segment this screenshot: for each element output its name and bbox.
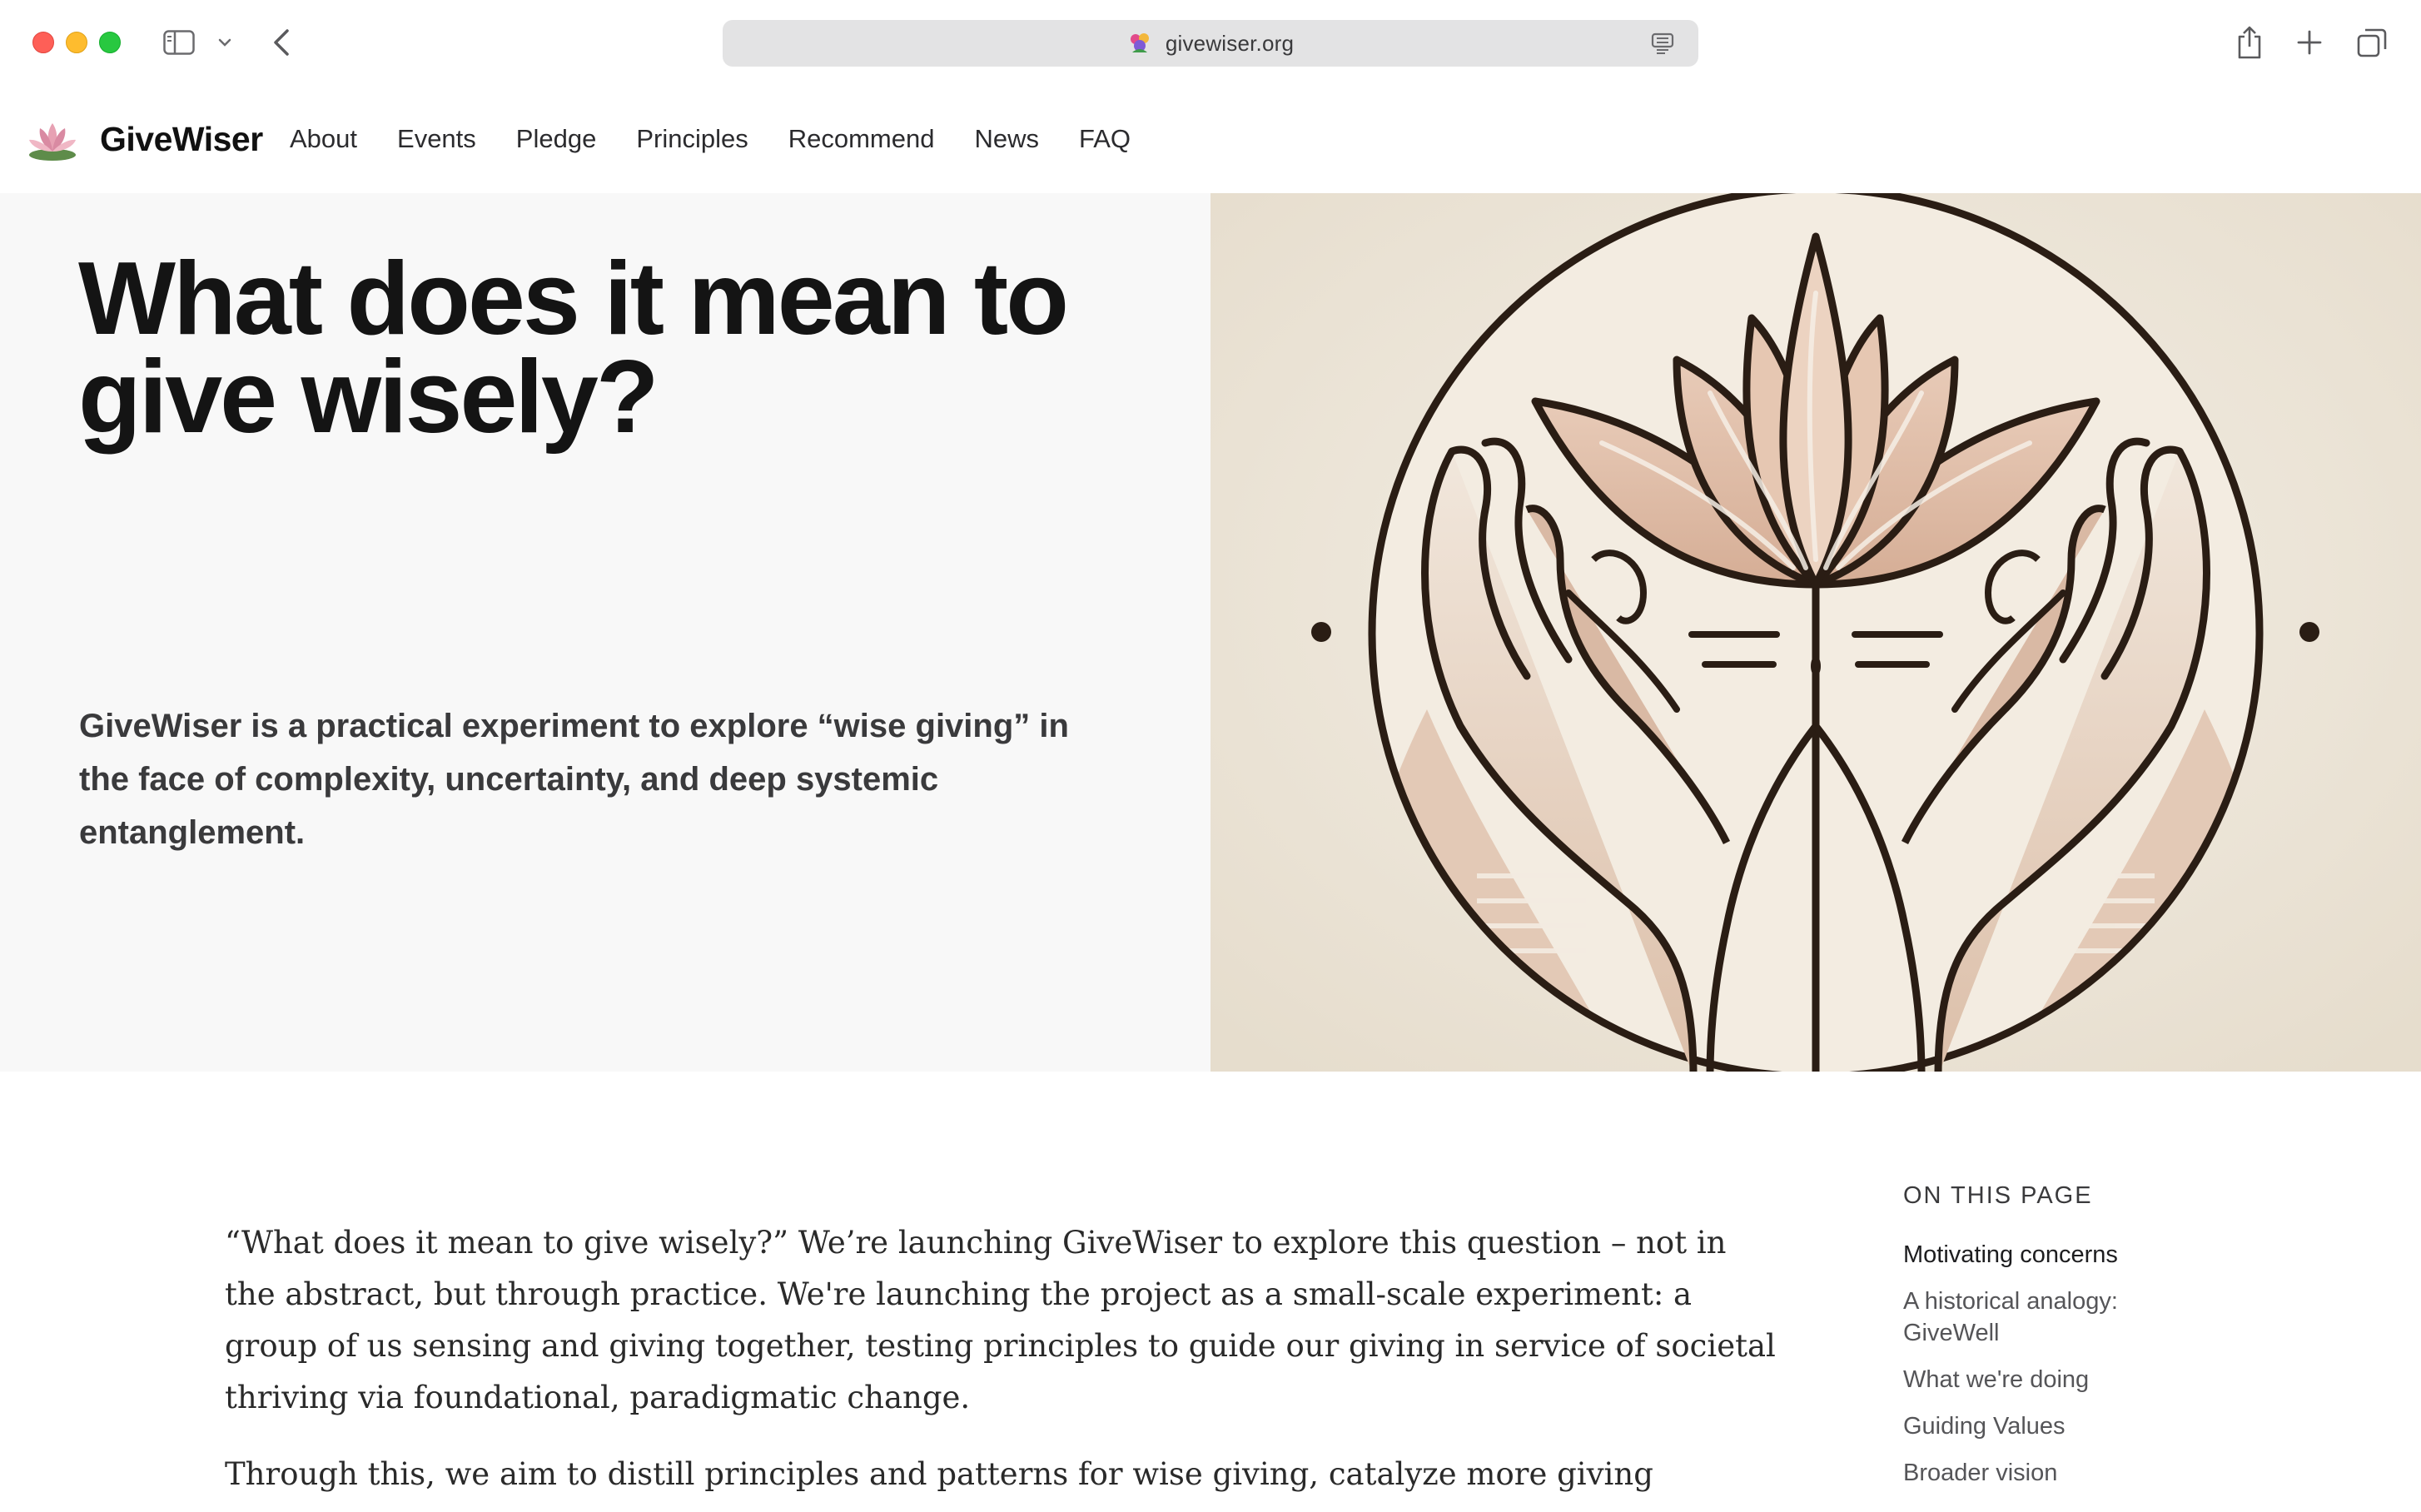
site-navigation: About Events Pledge Principles Recommend… [290,122,1171,157]
article-paragraph: “What does it mean to give wisely?” We’r… [225,1225,1776,1415]
tab-overview-icon[interactable] [2354,22,2391,63]
nav-link-faq[interactable]: FAQ [1079,122,1131,157]
toc-heading: ON THIS PAGE [1903,1182,2093,1209]
close-window-button[interactable] [32,32,54,53]
hero-title: What does it mean to give wisely? [78,241,1069,455]
site-brand[interactable]: GiveWiser [100,118,263,160]
table-of-contents: ON THIS PAGE Motivating concerns A histo… [1903,1181,2203,1504]
zoom-window-button[interactable] [99,32,121,53]
toc-link-motivating-concerns[interactable]: Motivating concerns [1903,1239,2203,1271]
minimize-window-button[interactable] [66,32,87,53]
toc-link-broader-vision[interactable]: Broader vision [1903,1457,2203,1489]
hands-lotus-illustration [1210,193,2421,1072]
article-body: “What does it mean to give wisely?” We’r… [225,1217,1782,1512]
toc-link-historical-analogy[interactable]: A historical analogy: GiveWell [1903,1286,2203,1349]
toc-link-guiding-values[interactable]: Guiding Values [1903,1410,2203,1442]
toc-link-what-were-doing[interactable]: What we're doing [1903,1364,2203,1395]
nav-link-about[interactable]: About [290,122,357,157]
sidebar-toggle-icon[interactable] [158,22,200,63]
nav-link-pledge[interactable]: Pledge [516,122,597,157]
url-text: givewiser.org [1165,30,1295,56]
hero-subtitle: GiveWiser is a practical experiment to e… [79,708,1069,851]
address-bar[interactable]: givewiser.org [723,20,1698,67]
browser-toolbar: givewiser.org [0,0,2421,85]
site-favicon-icon [1127,31,1152,56]
nav-link-recommend[interactable]: Recommend [788,122,935,157]
lotus-logo-icon[interactable] [27,117,78,165]
nav-link-principles[interactable]: Principles [636,122,748,157]
chevron-down-icon[interactable] [215,22,235,63]
article-paragraph: Through this, we aim to distill principl… [225,1456,1653,1512]
reader-mode-icon[interactable] [1650,31,1675,56]
nav-link-events[interactable]: Events [397,122,476,157]
share-icon[interactable] [2231,22,2268,63]
back-arrow-icon[interactable] [265,22,298,63]
new-tab-plus-icon[interactable] [2291,22,2328,63]
nav-link-news[interactable]: News [974,122,1039,157]
